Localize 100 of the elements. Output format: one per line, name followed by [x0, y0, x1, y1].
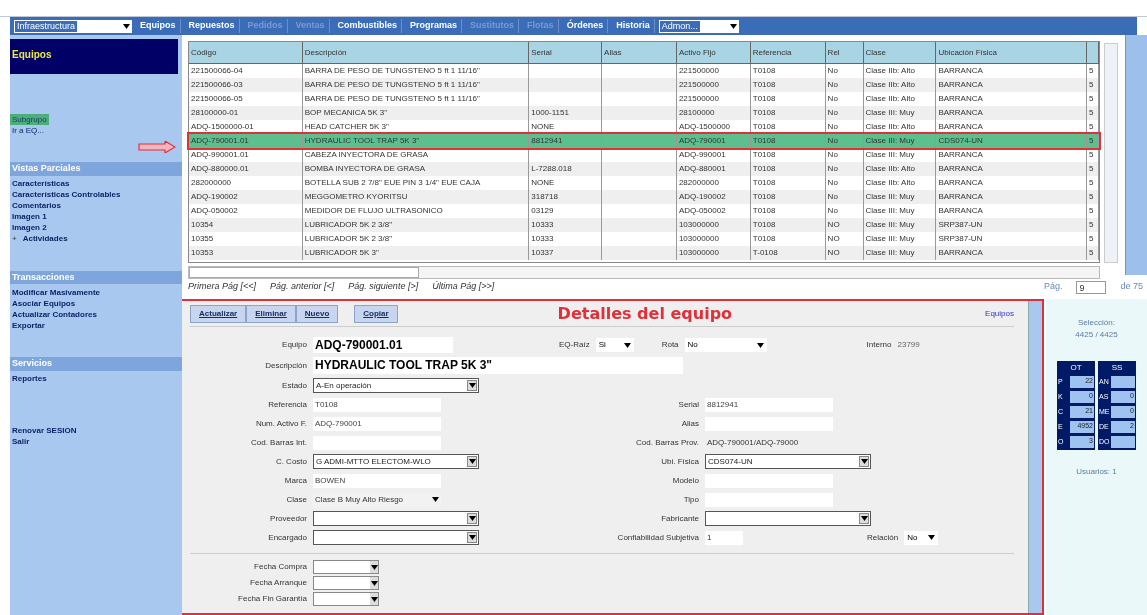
table-row[interactable]: 221500066-03 BARRA DE PESO DE TUNGSTENO 5 ft 1 11/16" 221500000 T0108 No Clase IIb: Alto BARRANCA 5 — [189, 78, 1099, 92]
equipos-link[interactable]: Equipos — [985, 307, 1014, 320]
sidebar-link[interactable]: Imagen 2 — [12, 222, 47, 234]
dropdown[interactable] — [313, 511, 479, 526]
pager-link[interactable]: Pág. anterior [<] — [270, 280, 335, 294]
menu-item[interactable]: Repuestos — [184, 19, 240, 33]
menu-item[interactable]: Órdenes — [562, 19, 609, 33]
table-cell: 5 — [1089, 163, 1094, 175]
page-scrollbar[interactable] — [1125, 35, 1147, 275]
page-field[interactable]: 9 — [1076, 280, 1107, 294]
table-cell: NO — [827, 233, 840, 245]
action-button[interactable]: Nuevo — [295, 304, 339, 323]
table-row[interactable]: 221500066-05 BARRA DE PESO DE TUNGSTENO 5 ft 1 11/16" 221500000 T0108 No Clase IIb: Alto BARRANCA 5 — [189, 92, 1099, 106]
table-row[interactable]: ADQ-050002 MEDIDOR DE FLUJO ULTRASONICO 03129 ADQ-050002 T0108 No Clase III: Muy BARRANCA 5 — [189, 204, 1099, 218]
table-cell: 5 — [1089, 79, 1094, 91]
menu-item[interactable]: Combustibles — [333, 19, 403, 33]
date-field[interactable] — [313, 560, 379, 574]
table-row[interactable]: 10353 LUBRICADOR 5K 3" 10337 103000000 T-0108 NO Clase III: Muy BARRANCA 5 — [189, 246, 1099, 260]
table-cell: ADQ-990001.01 — [191, 149, 249, 161]
table-row[interactable]: 282000000 BOTELLA SUB 2 7/8" EUE PIN 3 1/4" EUE CAJA NONE 282000000 T0108 No Clase IIb: Alto BARRANCA 5 — [189, 176, 1099, 190]
admin-select[interactable]: Admon... — [658, 19, 739, 33]
sidebar-link[interactable]: Modificar Masivamente — [12, 286, 101, 299]
text-field[interactable]: ADQ-790001 — [313, 416, 441, 431]
field-label: Descripción — [264, 359, 308, 372]
table-row[interactable]: ADQ-880000.01 BOMBA INYECTORA DE GRASA L-7288.018 ADQ-880001 T0108 No Clase IIb: Alto BARRANCA 5 — [189, 162, 1099, 176]
table-cell: 5 — [1089, 177, 1094, 189]
column-header[interactable]: Rel — [827, 46, 840, 59]
table-row[interactable]: 28100000-01 BOP MECANICA 5K 3" 1000-1151 28100000 T0108 No Clase III: Muy BARRANCA 5 — [189, 106, 1099, 120]
field-label: Fecha Fin Garantía — [237, 593, 308, 605]
dropdown[interactable]: G ADMI-MTTO ELECTOM-WLO — [313, 454, 479, 469]
table-cell: Clase IIb: Alto — [865, 79, 915, 91]
table-row[interactable]: 10355 LUBRICADOR 5K 2 3/8" 10333 103000000 T0108 NO Clase III: Muy SRP387-UN 5 — [189, 232, 1099, 246]
table-row[interactable]: ADQ-190002 MEGGOMETRO KYORITSU 318718 ADQ-190002 T0108 No Clase III: Muy BARRANCA 5 — [189, 190, 1099, 204]
caret-icon — [370, 596, 378, 602]
sidebar-link[interactable]: Renovar SESION — [10, 424, 79, 436]
text-field[interactable]: HYDRAULIC TOOL TRAP 5K 3" — [313, 357, 683, 374]
text-field[interactable]: BOWEN — [313, 473, 441, 488]
text-field[interactable]: T0108 — [313, 397, 441, 412]
table-cell: ADQ-050002 — [678, 205, 726, 217]
sidebar-link[interactable]: Características — [12, 178, 70, 190]
date-field[interactable] — [313, 592, 379, 606]
pager-link[interactable]: Última Pág [>>] — [432, 280, 495, 294]
table-cell: 5 — [1089, 65, 1094, 77]
action-button[interactable]: Actualizar — [190, 304, 247, 323]
counter-value — [1111, 436, 1135, 448]
table-cell: 221500000 — [678, 79, 719, 91]
sidebar-link[interactable]: Ir a EQ... — [10, 125, 46, 136]
table-cell: Clase III: Muy — [865, 149, 915, 161]
text-field[interactable]: 8812941 — [705, 397, 833, 412]
action-button[interactable]: Eliminar — [246, 304, 296, 323]
text-field[interactable]: ADQ-790001.01 — [313, 337, 453, 353]
sidebar-link[interactable]: Asociar Equipos — [12, 297, 76, 310]
column-header[interactable]: Activo Fijo — [678, 46, 716, 59]
dropdown[interactable]: No — [684, 338, 767, 352]
table-cell: 10355 — [191, 233, 214, 245]
field-label: Rota — [661, 339, 680, 351]
dropdown[interactable]: A-En operación — [313, 378, 479, 393]
horizontal-scrollbar[interactable] — [188, 266, 1100, 279]
table-cell: LUBRICADOR 5K 3" — [304, 247, 379, 259]
dropdown[interactable]: No — [904, 530, 939, 545]
field-label: Equipo — [281, 339, 308, 351]
table-row[interactable]: 221500066-04 BARRA DE PESO DE TUNGSTENO 5 ft 1 11/16" 221500000 T0108 No Clase IIb: Alto BARRANCA 5 — [189, 64, 1099, 78]
dropdown[interactable] — [313, 530, 479, 545]
column-header[interactable]: Código — [191, 46, 217, 59]
column-header[interactable]: Ubicación Física — [938, 46, 998, 59]
date-field[interactable] — [313, 576, 379, 590]
table-cell: No — [827, 205, 838, 217]
table-cell: 10354 — [191, 219, 214, 231]
table-row[interactable]: ADQ-790001.01 HYDRAULIC TOOL TRAP 5K 3" 8812941 ADQ-790001 T0108 No Clase III: Muy CDS074-UN 5 — [189, 134, 1099, 148]
pager-link[interactable]: Pág. siguiente [>] — [348, 280, 419, 294]
menu-item[interactable]: Equipos — [136, 19, 181, 33]
dropdown[interactable]: Si — [595, 338, 634, 352]
menu-item[interactable]: Programas — [406, 19, 463, 33]
sidebar-link[interactable]: Exportar — [12, 319, 45, 332]
panel-title: Detalles del equipo — [557, 302, 733, 325]
module-select[interactable]: Infraestructura — [14, 19, 132, 33]
pager-link[interactable]: Primera Pág [<<] — [188, 280, 257, 294]
sidebar-link[interactable]: Salir — [10, 435, 32, 447]
sidebar-link[interactable]: Actualizar Contadores — [12, 308, 97, 321]
column-header[interactable]: Alias — [604, 46, 622, 59]
column-header[interactable]: Clase — [865, 46, 886, 59]
sidebar-link[interactable]: Características Controlables — [12, 189, 121, 201]
column-header[interactable]: Descripción — [304, 46, 347, 59]
vertical-scrollbar[interactable] — [1104, 43, 1118, 263]
dropdown[interactable] — [705, 511, 871, 526]
sidebar-link[interactable]: Reportes — [12, 373, 47, 385]
sidebar-link[interactable]: Comentarios — [12, 200, 61, 212]
action-button[interactable]: Copiar — [354, 304, 398, 323]
expander[interactable]: + — [12, 233, 17, 245]
menu-item[interactable]: Historia — [612, 19, 655, 33]
column-header[interactable]: Referencia — [752, 46, 792, 59]
table-row[interactable]: 10354 LUBRICADOR 5K 2 3/8" 10333 103000000 T0108 NO Clase III: Muy SRP387-UN 5 — [189, 218, 1099, 232]
sidebar-link[interactable]: Imagen 1 — [12, 211, 47, 223]
caret-icon — [123, 23, 130, 29]
dropdown[interactable]: CDS074-UN — [705, 454, 871, 469]
text-field[interactable]: 1 — [705, 530, 743, 545]
column-header[interactable]: Serial — [531, 46, 552, 59]
sidebar-link[interactable]: Subgrupo — [10, 114, 49, 125]
sidebar-link[interactable]: Actividades — [22, 233, 68, 245]
vertical-scrollbar[interactable] — [1028, 301, 1042, 613]
